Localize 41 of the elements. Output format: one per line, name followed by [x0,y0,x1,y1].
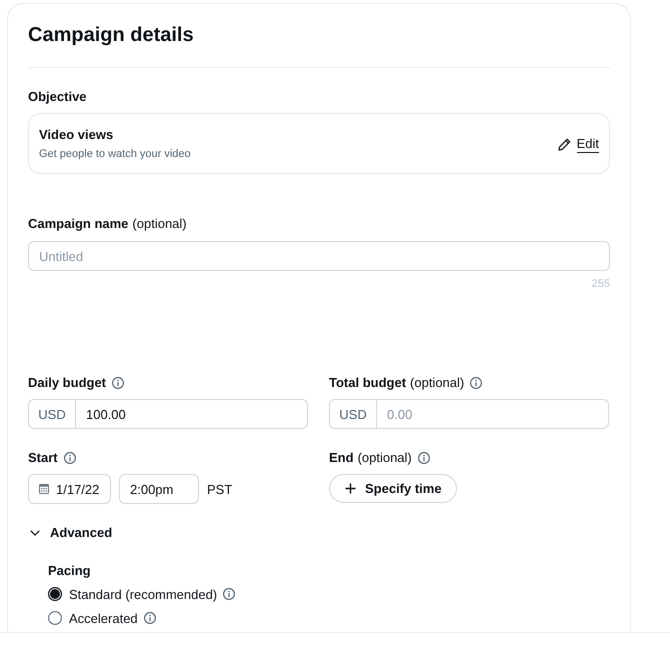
info-icon[interactable] [144,612,156,624]
option-label: Accelerated [69,610,138,626]
section-title: Campaign details [28,23,194,47]
optional-note: (optional) [410,375,464,391]
currency-field[interactable]: USD 0.00 [329,399,609,429]
objective-title: Video views [39,127,114,143]
edit-link[interactable]: Edit [558,136,599,152]
timezone-label: PST [207,482,232,496]
info-icon[interactable] [112,377,124,389]
currency-label: USD [330,400,377,428]
currency-field[interactable]: USD 100.00 [28,399,308,429]
specify-time-button[interactable]: Specify time [329,474,457,503]
field-label: End [329,450,354,466]
field-label: Daily budget [28,375,106,391]
time-field[interactable]: 2:00pm [119,474,199,504]
info-icon[interactable] [418,452,430,464]
field-label: Total budget [329,375,406,391]
date-input[interactable]: 1/17/22 [56,482,104,496]
info-icon[interactable] [470,377,482,389]
character-counter: 255 [592,277,610,291]
amount-input[interactable]: 0.00 [377,400,608,428]
optional-note: (optional) [358,450,412,466]
pencil-icon [558,138,571,150]
campaign-name-input[interactable]: Untitled [28,241,610,271]
date-field[interactable]: 1/17/22 [28,474,111,504]
objective-description: Get people to watch your video [39,147,191,161]
info-icon[interactable] [64,452,76,464]
field-label: Campaign name [28,216,128,232]
amount-input[interactable]: 100.00 [76,400,307,428]
option-label: Standard (recommended) [69,586,218,602]
radio-button[interactable] [48,611,62,625]
advanced-toggle[interactable]: Advanced [28,525,112,541]
calendar-icon [39,484,49,494]
pacing-label: Pacing [48,563,91,579]
radio-button-selected[interactable] [48,587,62,601]
plus-icon [345,483,356,494]
info-icon[interactable] [223,588,236,600]
field-label: Objective [28,89,87,105]
optional-note: (optional) [132,216,187,232]
field-label: Start [28,450,58,466]
currency-label: USD [29,400,76,428]
